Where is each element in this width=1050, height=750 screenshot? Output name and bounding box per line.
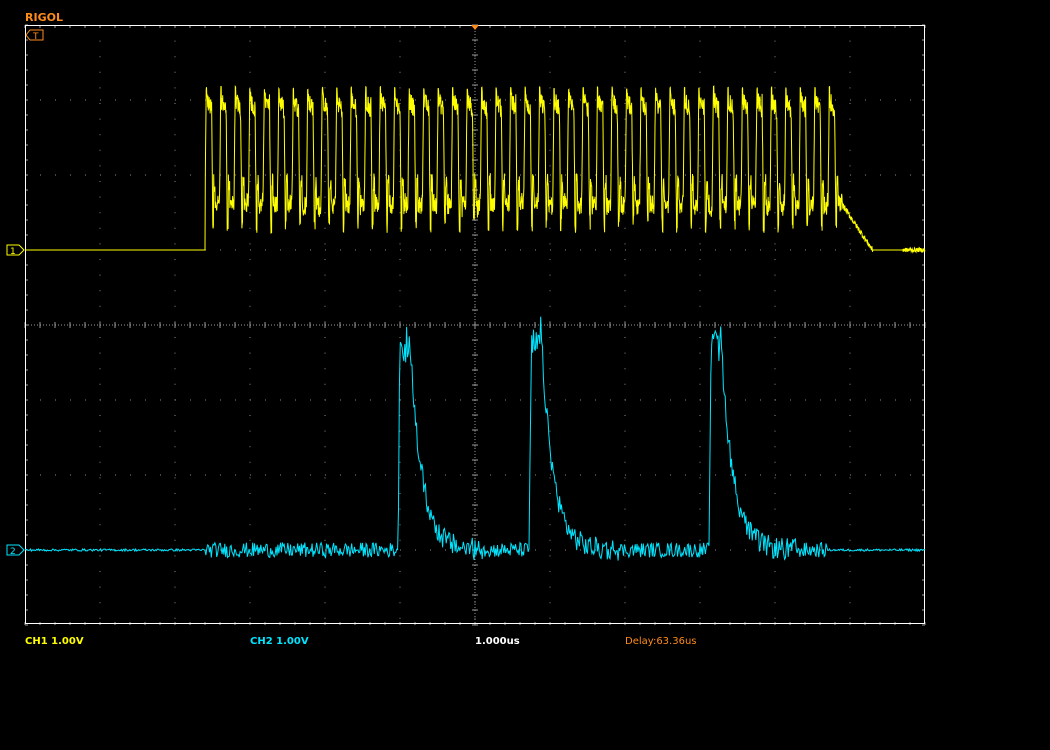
ch1-scale-label: CH1 1.00V — [25, 636, 84, 647]
brand-logo: RIGOL — [25, 11, 63, 24]
delay-label: Delay:63.36us — [625, 636, 697, 647]
ch2-marker-label: 2 — [10, 547, 16, 557]
oscilloscope-screen: RIGOL T 1 2 CH1 1.00V CH2 1.00V 1.000us D… — [0, 0, 1050, 750]
timebase-label: 1.000us — [475, 636, 520, 647]
trigger-flag-label: T — [32, 32, 39, 42]
ch1-marker-label: 1 — [10, 247, 16, 257]
ch2-scale-label: CH2 1.00V — [250, 636, 309, 647]
